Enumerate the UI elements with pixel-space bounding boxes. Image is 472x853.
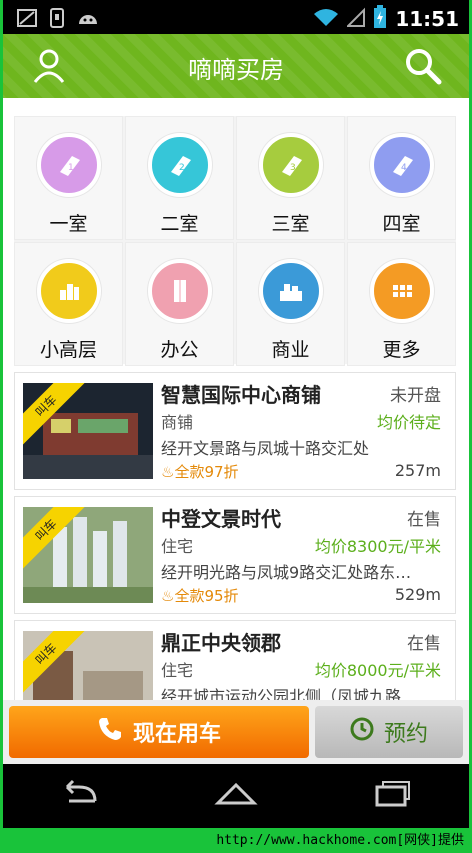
listing-type: 住宅 — [161, 537, 194, 556]
listing-name: 中登文景时代 — [161, 507, 281, 531]
back-icon[interactable] — [57, 777, 105, 815]
high-rise-icon — [36, 259, 101, 323]
listing-price: 均价8000元/平米 — [314, 661, 441, 680]
svg-text:3: 3 — [290, 163, 296, 173]
listing-discount: ♨全款97折 — [161, 463, 239, 481]
category-label: 商业 — [271, 339, 310, 361]
category-label: 更多 — [382, 339, 421, 361]
discount-icon: ♨ — [161, 463, 175, 481]
listing-type: 商铺 — [161, 413, 194, 432]
category-two-room[interactable]: 2 二室 — [125, 116, 234, 240]
tag-3-icon: 3 — [258, 133, 323, 197]
category-label: 小高层 — [39, 339, 97, 361]
clock: 11:51 — [395, 7, 459, 31]
battery-icon — [373, 5, 387, 33]
category-label: 二室 — [160, 213, 199, 235]
tag-1-icon: 1 — [36, 133, 101, 197]
android-icon — [77, 10, 99, 30]
listing-type: 住宅 — [161, 661, 194, 680]
status-bar: 11:51 — [3, 0, 469, 34]
more-icon — [369, 259, 434, 323]
tag-4-icon: 4 — [369, 133, 434, 197]
call-car-button[interactable]: 现在用车 — [9, 706, 309, 758]
svg-text:4: 4 — [401, 163, 407, 173]
home-icon[interactable] — [212, 777, 260, 815]
search-icon[interactable] — [403, 46, 443, 86]
clock-icon — [350, 717, 374, 747]
category-more[interactable]: 更多 — [347, 242, 456, 366]
action-bar: 现在用车 预约 — [3, 700, 469, 764]
listing-status: 未开盘 — [390, 386, 441, 406]
office-icon — [147, 259, 212, 323]
app-bar: 嘀嘀买房 — [3, 34, 469, 98]
listing-status: 在售 — [407, 634, 441, 654]
recents-icon[interactable] — [367, 777, 415, 815]
listing-item[interactable]: 叫车 智慧国际中心商铺 未开盘 商铺 均价待定 经开文景路与凤城十路交汇处 ♨全… — [14, 372, 456, 490]
category-three-room[interactable]: 3 三室 — [236, 116, 345, 240]
category-high-rise[interactable]: 小高层 — [14, 242, 123, 366]
listing-list: 叫车 智慧国际中心商铺 未开盘 商铺 均价待定 经开文景路与凤城十路交汇处 ♨全… — [14, 372, 456, 744]
listing-name: 智慧国际中心商铺 — [161, 383, 321, 407]
app-title: 嘀嘀买房 — [188, 56, 284, 84]
listing-address: 经开明光路与凤城9路交汇处路东… — [161, 563, 412, 582]
listing-price: 均价8300元/平米 — [314, 537, 441, 556]
listing-price: 均价待定 — [376, 413, 441, 432]
category-one-room[interactable]: 1 一室 — [14, 116, 123, 240]
signal-icon — [345, 7, 366, 31]
svg-text:2: 2 — [179, 163, 185, 173]
category-label: 办公 — [160, 339, 199, 361]
category-four-room[interactable]: 4 四室 — [347, 116, 456, 240]
listing-thumbnail: 叫车 — [23, 507, 153, 603]
listing-address: 经开文景路与凤城十路交汇处 — [161, 439, 370, 458]
tag-2-icon: 2 — [147, 133, 212, 197]
category-office[interactable]: 办公 — [125, 242, 234, 366]
wifi-icon — [313, 7, 339, 31]
category-label: 四室 — [382, 213, 421, 235]
no-signal-icon — [17, 9, 37, 31]
category-commercial[interactable]: 商业 — [236, 242, 345, 366]
category-label: 一室 — [49, 213, 88, 235]
category-label: 三室 — [271, 213, 310, 235]
watermark-footer: http://www.hackhome.com[网侠]提供 — [0, 828, 472, 853]
listing-distance: 257m — [394, 461, 441, 480]
listing-name: 鼎正中央领郡 — [161, 631, 281, 655]
system-nav-bar — [3, 764, 469, 828]
category-grid: 1 一室 2 二室 3 三室 4 四室 小高层 办公 商业 更多 — [14, 116, 456, 366]
listing-status: 在售 — [407, 510, 441, 530]
download-icon — [49, 8, 65, 32]
listing-distance: 529m — [394, 585, 441, 604]
call-car-label: 现在用车 — [132, 722, 221, 747]
listing-discount: ♨全款95折 — [161, 587, 239, 605]
listing-item[interactable]: 叫车 中登文景时代 在售 住宅 均价8300元/平米 经开明光路与凤城9路交汇处… — [14, 496, 456, 614]
svg-text:1: 1 — [68, 163, 74, 173]
commercial-icon — [258, 259, 323, 323]
discount-icon: ♨ — [161, 587, 175, 605]
book-label: 预约 — [383, 722, 428, 747]
phone-icon — [97, 716, 123, 748]
book-button[interactable]: 预约 — [315, 706, 463, 758]
listing-thumbnail: 叫车 — [23, 383, 153, 479]
